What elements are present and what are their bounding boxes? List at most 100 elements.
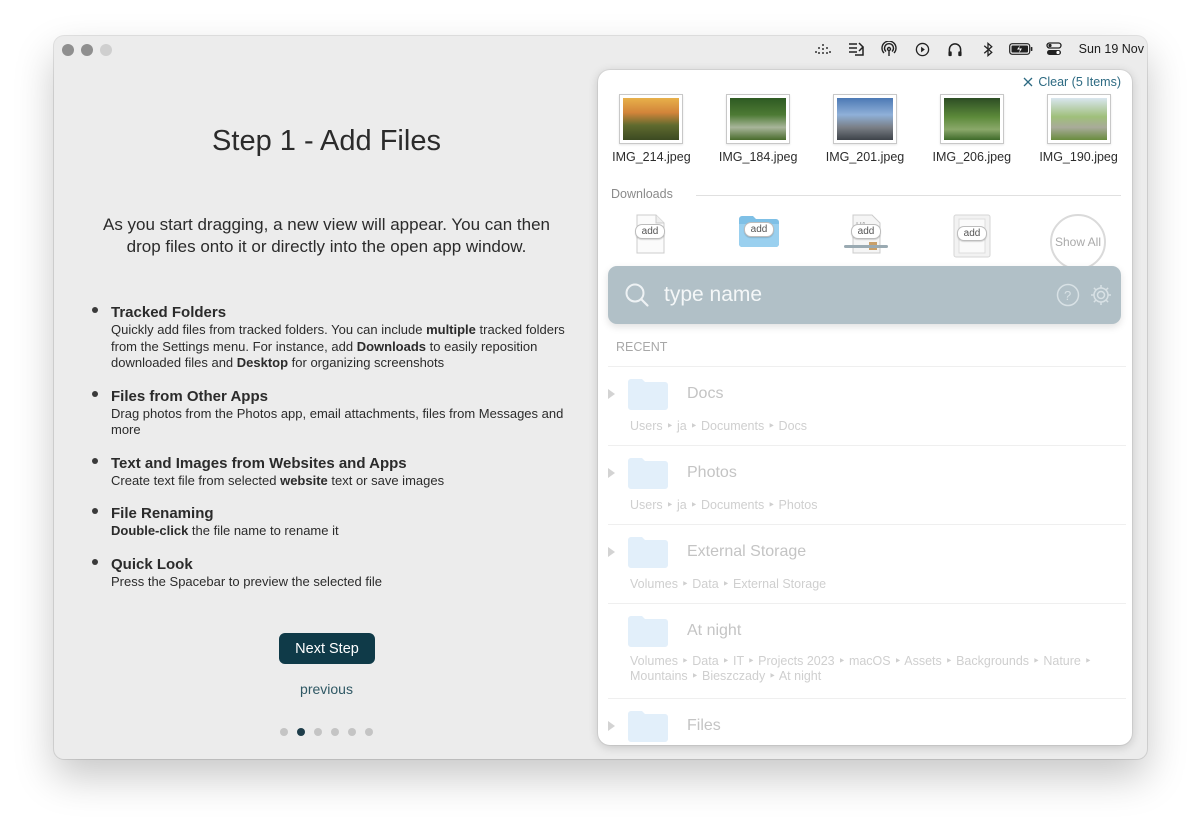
onboarding-panel: Step 1 - Add Files As you start dragging… — [54, 36, 599, 759]
recent-folder-row[interactable]: Photos Users ‣ ja ‣ Documents ‣ Photos — [608, 445, 1126, 524]
clear-button[interactable]: Clear (5 Items) — [1023, 75, 1121, 89]
play-circle-icon[interactable] — [906, 39, 939, 59]
file-name[interactable]: IMG_201.jpeg — [826, 150, 905, 164]
recent-folder-row[interactable]: Files — [608, 698, 1126, 745]
feature-description: Drag photos from the Photos app, email a… — [111, 405, 564, 438]
download-item[interactable]: add — [738, 214, 780, 247]
folder-title: Docs — [687, 385, 724, 402]
shelf-files: IMG_214.jpeg IMG_184.jpeg IMG_201.jpeg I… — [598, 94, 1132, 164]
add-badge[interactable]: add — [956, 226, 988, 241]
download-item[interactable]: add — [953, 214, 991, 258]
step-title: Step 1 - Add Files — [212, 125, 441, 157]
file-item[interactable]: IMG_206.jpeg — [918, 94, 1025, 164]
airdrop-icon[interactable] — [873, 39, 906, 59]
add-badge[interactable]: add — [743, 222, 775, 237]
search-input[interactable]: type name — [664, 283, 762, 307]
page-dot[interactable] — [314, 728, 322, 736]
feature-item: Quick Look Press the Spacebar to preview… — [92, 555, 572, 591]
photo-thumbnail — [943, 98, 1000, 140]
feature-item: Files from Other Apps Drag photos from t… — [92, 387, 572, 439]
feature-title: Text and Images from Websites and Apps — [111, 454, 407, 472]
file-name[interactable]: IMG_214.jpeg — [612, 150, 691, 164]
recent-folder-row[interactable]: External Storage Volumes ‣ Data ‣ Extern… — [608, 524, 1126, 603]
folder-path: Users ‣ ja ‣ Documents ‣ Photos — [630, 498, 818, 512]
bullet — [92, 307, 98, 313]
feature-description: Quickly add files from tracked folders. … — [111, 322, 565, 370]
bullet — [92, 390, 98, 397]
search-bar[interactable]: type name ? — [608, 266, 1121, 324]
previous-link[interactable]: previous — [54, 681, 599, 697]
control-center-icon[interactable] — [1038, 39, 1071, 59]
folder-path: Users ‣ ja ‣ Documents ‣ Docs — [630, 419, 808, 433]
file-stack-icon[interactable] — [840, 39, 873, 59]
folder-icon — [628, 537, 668, 568]
selection-indicator — [844, 245, 888, 248]
download-item[interactable]: H1 add — [844, 214, 888, 254]
page-indicator — [280, 728, 373, 736]
svg-text:?: ? — [1064, 288, 1071, 303]
wifi-dots-icon[interactable] — [807, 39, 840, 59]
folder-title: External Storage — [687, 543, 807, 560]
folder-path: Volumes ‣ Data ‣ External Storage — [630, 577, 827, 591]
add-badge[interactable]: add — [850, 224, 882, 239]
clear-label: Clear (5 Items) — [1038, 75, 1121, 89]
page-dot[interactable] — [365, 728, 373, 736]
feature-title: File Renaming — [111, 505, 214, 522]
feature-list: Tracked Folders Quickly add files from t… — [92, 303, 572, 605]
menu-bar: Sun 19 Nov — [807, 39, 1147, 59]
disclosure-arrow-icon[interactable] — [608, 547, 615, 557]
file-name[interactable]: IMG_206.jpeg — [933, 150, 1012, 164]
recent-section-label: RECENT — [616, 340, 668, 354]
files-popover: Clear (5 Items) IMG_214.jpeg IMG_184.jpe… — [598, 70, 1132, 745]
battery-icon[interactable] — [1005, 39, 1038, 59]
bullet — [92, 558, 98, 565]
headphones-icon[interactable] — [939, 39, 972, 59]
add-badge[interactable]: add — [634, 224, 666, 239]
search-icon — [625, 283, 649, 307]
page-dot[interactable] — [348, 728, 356, 736]
recent-folder-row[interactable]: At night Volumes ‣ Data ‣ IT ‣ Projects … — [608, 603, 1126, 698]
disclosure-arrow-icon[interactable] — [608, 468, 615, 478]
tracked-folder-items: add add H1 add add Show All — [598, 214, 1132, 274]
file-name[interactable]: IMG_190.jpeg — [1039, 150, 1118, 164]
tracked-folder-label: Downloads — [611, 187, 673, 201]
folder-icon — [628, 379, 668, 410]
photo-thumbnail — [836, 98, 893, 140]
recent-folders-list: Docs Users ‣ ja ‣ Documents ‣ Docs Photo… — [598, 366, 1132, 745]
help-icon[interactable]: ? — [1056, 283, 1080, 307]
app-window: Sun 19 Nov Step 1 - Add Files As you sta… — [54, 36, 1147, 759]
file-name[interactable]: IMG_184.jpeg — [719, 150, 798, 164]
folder-title: Photos — [687, 464, 737, 481]
file-item[interactable]: IMG_184.jpeg — [705, 94, 812, 164]
step-intro: As you start dragging, a new view will a… — [102, 215, 550, 256]
close-icon — [1023, 77, 1033, 87]
page-dot-active[interactable] — [297, 728, 305, 736]
bullet — [92, 508, 98, 514]
recent-folder-row[interactable]: Docs Users ‣ ja ‣ Documents ‣ Docs — [608, 366, 1126, 445]
feature-title: Quick Look — [111, 555, 193, 573]
feature-item: Tracked Folders Quickly add files from t… — [92, 303, 572, 372]
feature-description: Press the Spacebar to preview the select… — [111, 573, 382, 589]
gear-icon[interactable] — [1089, 283, 1113, 307]
feature-description: Double-click the file name to rename it — [111, 523, 339, 538]
next-step-button[interactable]: Next Step — [279, 633, 375, 664]
photo-thumbnail — [623, 98, 680, 140]
bluetooth-icon[interactable] — [972, 39, 1005, 59]
download-item[interactable]: add — [634, 214, 666, 254]
menu-bar-clock[interactable]: Sun 19 Nov — [1071, 42, 1147, 56]
file-item[interactable]: IMG_190.jpeg — [1025, 94, 1132, 164]
show-all-button[interactable]: Show All — [1050, 214, 1106, 270]
folder-icon — [628, 616, 668, 647]
feature-description: Create text file from selected website t… — [111, 472, 445, 488]
folder-icon — [628, 711, 668, 742]
feature-title: Tracked Folders — [111, 304, 227, 321]
feature-title: Files from Other Apps — [111, 387, 268, 405]
page-dot[interactable] — [280, 728, 288, 736]
photo-thumbnail — [1050, 98, 1107, 140]
folder-title: Files — [687, 717, 721, 734]
disclosure-arrow-icon[interactable] — [608, 389, 615, 399]
file-item[interactable]: IMG_201.jpeg — [812, 94, 919, 164]
disclosure-arrow-icon[interactable] — [608, 721, 615, 731]
page-dot[interactable] — [331, 728, 339, 736]
file-item[interactable]: IMG_214.jpeg — [598, 94, 705, 164]
